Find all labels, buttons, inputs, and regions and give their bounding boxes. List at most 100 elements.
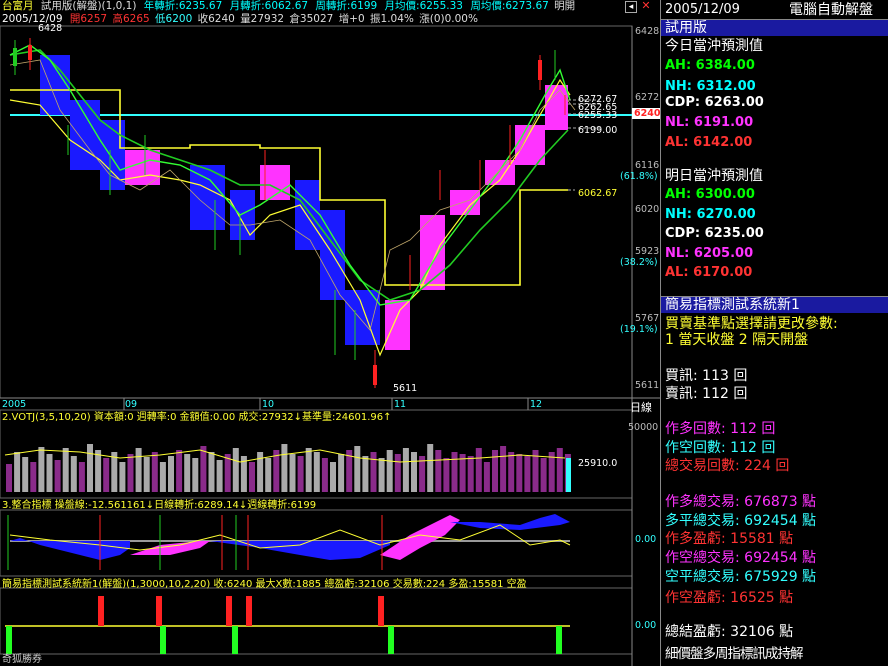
volume-bar bbox=[232, 448, 239, 492]
volume-bar bbox=[281, 444, 288, 492]
volume-bar bbox=[192, 458, 199, 492]
volume-bar bbox=[38, 447, 45, 492]
volume-bar bbox=[435, 450, 442, 492]
volume-bar bbox=[6, 464, 12, 492]
x-label: 11 bbox=[394, 399, 407, 410]
rp-tomorrow-nl: NL: 6205.00 bbox=[665, 246, 754, 261]
y-label: 5923 bbox=[635, 246, 660, 257]
x-label: 2005 bbox=[2, 399, 27, 410]
current-price-tag: 6240 bbox=[632, 108, 663, 119]
volume-bar bbox=[524, 456, 531, 492]
volume-bar bbox=[78, 462, 85, 492]
rp-title: 電腦自動解盤 bbox=[789, 2, 873, 18]
rp-tomorrow-cdp: CDP: 6235.00 bbox=[665, 226, 764, 241]
rp-system-title: 簡易指標測試系統新1 bbox=[661, 297, 888, 313]
right-panel: 2005/12/09 電腦自動解盤 試用版 今日當沖預測值 AH: 6384.0… bbox=[660, 0, 888, 666]
volume-bar bbox=[443, 458, 450, 492]
signal-panel-title: 簡易指標測試系統新1(解盤)(1,3000,10,2,20) 收:6240 最大… bbox=[2, 579, 527, 590]
peak-label: 6428 bbox=[38, 23, 63, 34]
volume-bar bbox=[540, 458, 547, 492]
volume-bar bbox=[508, 452, 515, 492]
rp-sell-signal: 賣訊: 112 回 bbox=[665, 386, 748, 402]
volume-bar bbox=[500, 446, 507, 492]
chart-area[interactable]: 台富月 試用版(解盤)(1,0,1) 年轉折:6235.67 月轉折:6062.… bbox=[0, 0, 663, 666]
volume-bar bbox=[321, 458, 328, 492]
volume-bar bbox=[483, 462, 490, 492]
volume-panel-title: 2.VOTJ(3,5,10,20) 資本額:0 週轉率:0 金額值:0.00 成… bbox=[2, 412, 392, 423]
volume-bar bbox=[224, 454, 231, 492]
rp-short-count: 作空回數: 112 回 bbox=[665, 440, 776, 456]
volume-bar bbox=[313, 452, 320, 492]
rp-today-al: AL: 6142.00 bbox=[665, 135, 753, 150]
indicator-panel-title: 3.整合指標 操盤線:-12.561161↓日線轉折:6289.14↓週線轉折:… bbox=[2, 500, 317, 511]
volume-bar bbox=[362, 456, 369, 492]
volume-bar bbox=[386, 450, 393, 492]
volume-bar bbox=[467, 456, 474, 492]
rp-trial: 試用版 bbox=[661, 20, 888, 36]
rp-bottom-menu[interactable]: 細價盤多周指標訊成持解 bbox=[665, 646, 803, 662]
rp-long-close: 多平總交易: 692454 點 bbox=[665, 513, 817, 529]
volume-bar bbox=[14, 452, 21, 492]
y-label: 6020 bbox=[635, 204, 660, 215]
candle bbox=[28, 45, 32, 60]
volume-bar bbox=[394, 454, 401, 492]
volume-bar bbox=[427, 444, 434, 492]
volume-bar bbox=[459, 454, 466, 492]
volume-bar bbox=[135, 448, 142, 492]
volume-bar bbox=[249, 462, 255, 492]
right-tag: 6255.33 bbox=[578, 110, 618, 121]
volume-bar bbox=[305, 448, 312, 492]
volume-bar bbox=[451, 452, 458, 492]
rp-net-pnl: 總結盈虧: 32106 點 bbox=[665, 624, 794, 640]
volume-bar bbox=[151, 452, 158, 492]
volume-bar bbox=[208, 452, 215, 492]
volume-bar bbox=[119, 462, 126, 492]
rp-system-desc1: 買賣基準點選擇請更改參數: bbox=[665, 316, 838, 332]
volume-bar bbox=[30, 462, 37, 492]
pct-label: (38.2%) bbox=[620, 257, 658, 268]
volume-bar bbox=[54, 460, 61, 492]
volume-bar bbox=[370, 452, 377, 492]
volume-bar bbox=[159, 462, 166, 492]
rp-tomorrow-nh: NH: 6270.00 bbox=[665, 207, 756, 222]
indicator-magenta-area bbox=[130, 541, 210, 555]
volume-bar bbox=[338, 454, 345, 492]
pct-label: (61.8%) bbox=[620, 171, 658, 182]
footer-label: 奇狐勝券 bbox=[2, 654, 42, 665]
rp-today-title: 今日當沖預測值 bbox=[665, 38, 763, 54]
volume-bar-current bbox=[566, 458, 571, 492]
volume-axis-mid: 25910.0 bbox=[578, 458, 618, 469]
indicator-axis-zero: 0.00 bbox=[635, 534, 657, 545]
x-label: 12 bbox=[530, 399, 543, 410]
rp-system-desc2: 1 當天收盤 2 隔天開盤 bbox=[665, 332, 809, 348]
volume-bar bbox=[176, 450, 183, 492]
volume-bar bbox=[70, 456, 77, 492]
right-tag: 6062.67 bbox=[578, 188, 618, 199]
rp-short-pnl: 作空盈虧: 16525 點 bbox=[665, 590, 794, 606]
volume-bar bbox=[548, 452, 555, 492]
rp-long-count: 作多回數: 112 回 bbox=[665, 421, 776, 437]
volume-bar bbox=[330, 462, 336, 492]
rp-today-cdp: CDP: 6263.00 bbox=[665, 95, 764, 110]
rp-today-ah: AH: 6384.00 bbox=[665, 58, 755, 73]
rp-tomorrow-ah: AH: 6300.00 bbox=[665, 187, 755, 202]
volume-bar bbox=[143, 457, 150, 492]
volume-bar bbox=[22, 457, 29, 492]
volume-bar bbox=[127, 454, 134, 492]
rp-tomorrow-al: AL: 6170.00 bbox=[665, 265, 753, 280]
signal-bars bbox=[6, 596, 562, 654]
candle bbox=[373, 365, 377, 385]
y-label: 6428 bbox=[635, 26, 660, 37]
rp-long-total: 作多總交易: 676873 點 bbox=[665, 494, 817, 510]
volume-bars bbox=[6, 444, 571, 492]
candle bbox=[13, 48, 17, 66]
rp-today-nh: NH: 6312.00 bbox=[665, 79, 756, 94]
rp-total-count: 總交易回數: 224 回 bbox=[665, 458, 790, 474]
indicator-blue-area-2 bbox=[210, 541, 390, 560]
volume-axis-top: 50000 bbox=[628, 422, 659, 433]
volume-bar bbox=[516, 454, 523, 492]
x-right-label: 日線 bbox=[630, 401, 652, 414]
y-label: 6272 bbox=[635, 92, 660, 103]
volume-bar bbox=[378, 458, 385, 492]
pct-label: (19.1%) bbox=[620, 324, 658, 335]
